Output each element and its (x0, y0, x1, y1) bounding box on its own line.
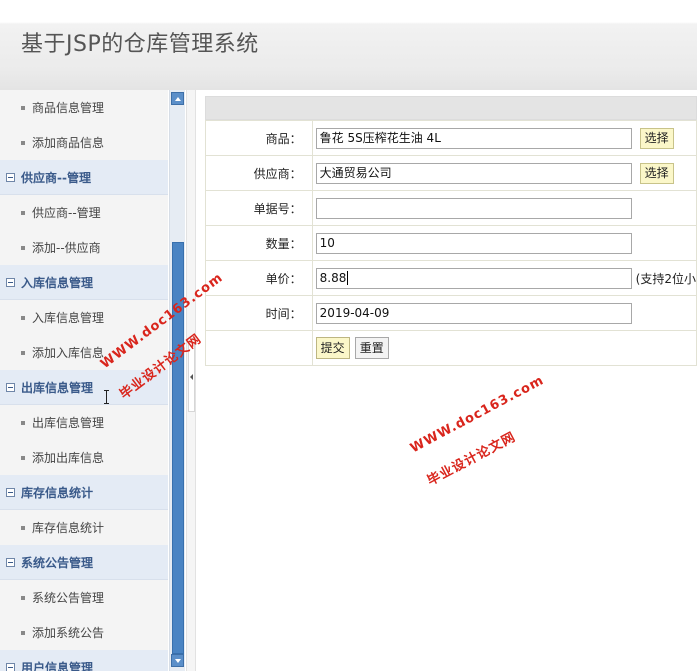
sidebar-item-label: 添加出库信息 (32, 451, 105, 465)
sidebar-item-label: 添加商品信息 (32, 136, 105, 150)
cursor-bottom (104, 403, 109, 404)
actions-cell: 提交 重置 (311, 330, 697, 366)
sidebar-item-product-manage[interactable]: 商品信息管理 (0, 90, 168, 125)
sidebar-item-label: 系统公告管理 (32, 591, 105, 605)
product-cell: 鲁花 5S压榨花生油 4L 选择 (311, 120, 697, 156)
sidebar-item-label: 库存信息统计 (32, 521, 105, 535)
bullet-icon (21, 315, 25, 320)
sidebar-item-label: 添加入库信息 (32, 346, 105, 360)
collapse-icon (6, 277, 15, 287)
form-row-date: 时间： 2019-04-09 (205, 295, 697, 331)
bullet-icon (21, 245, 25, 250)
quantity-label: 数量： (205, 225, 313, 261)
actions-label-cell (205, 330, 313, 366)
bullet-icon (21, 140, 25, 145)
form-header-bar (205, 96, 697, 120)
product-input[interactable]: 鲁花 5S压榨花生油 4L (315, 127, 632, 149)
bullet-icon (21, 455, 25, 460)
price-input[interactable]: 8.88 (315, 267, 632, 289)
quantity-input[interactable]: 10 (315, 232, 632, 254)
sidebar-item-label: 添加系统公告 (32, 626, 105, 640)
sidebar-group-label: 入库信息管理 (21, 275, 94, 290)
sidebar-group-label: 用户信息管理 (21, 660, 94, 671)
supplier-cell: 大通贸易公司 选择 (311, 155, 697, 191)
bullet-icon (21, 420, 25, 425)
sidebar-item-notice-manage[interactable]: 系统公告管理 (0, 580, 168, 615)
sidebar-item-label: 供应商--管理 (32, 206, 101, 220)
sidebar-item-outbound-add[interactable]: 添加出库信息 (0, 440, 168, 475)
sidebar-group-notice[interactable]: 系统公告管理 (0, 545, 168, 580)
sidebar-group-label: 系统公告管理 (21, 555, 94, 570)
sidebar-group-stock[interactable]: 库存信息统计 (0, 475, 168, 510)
cursor-stem (106, 391, 107, 403)
doc-no-label: 单据号： (205, 190, 313, 226)
scroll-up-button[interactable] (171, 92, 184, 105)
text-caret (347, 271, 349, 285)
bullet-icon (21, 210, 25, 215)
price-value: 8.88 (319, 270, 347, 285)
sidebar-item-label: 入库信息管理 (32, 311, 105, 325)
sidebar-item-notice-add[interactable]: 添加系统公告 (0, 615, 168, 650)
sidebar-group-label: 供应商--管理 (21, 170, 91, 185)
form-row-supplier: 供应商： 大通贸易公司 选择 (205, 155, 697, 191)
sidebar-group-user[interactable]: 用户信息管理 (0, 650, 168, 671)
bullet-icon (21, 105, 25, 110)
supplier-input[interactable]: 大通贸易公司 (315, 162, 632, 184)
collapse-icon (6, 382, 15, 392)
date-input[interactable]: 2019-04-09 (315, 302, 632, 324)
form-row-price: 单价： 8.88 (支持2位小 (205, 260, 697, 296)
product-label: 商品： (205, 120, 313, 156)
form-row-actions: 提交 重置 (205, 330, 697, 366)
sidebar-group-inbound[interactable]: 入库信息管理 (0, 265, 168, 300)
select-supplier-button[interactable]: 选择 (639, 162, 674, 184)
bullet-icon (21, 525, 25, 530)
date-label: 时间： (205, 295, 313, 331)
doc-no-input[interactable] (315, 197, 632, 219)
price-hint: (支持2位小 (635, 271, 696, 286)
select-product-button[interactable]: 选择 (639, 127, 674, 149)
form-row-product: 商品： 鲁花 5S压榨花生油 4L 选择 (205, 120, 697, 156)
sidebar-group-label: 出库信息管理 (21, 380, 94, 395)
chevron-left-icon (190, 374, 193, 380)
sidebar-group-supplier[interactable]: 供应商--管理 (0, 160, 168, 195)
submit-button[interactable]: 提交 (315, 337, 350, 359)
collapse-icon (6, 487, 15, 497)
sidebar-item-product-add[interactable]: 添加商品信息 (0, 125, 168, 160)
bullet-icon (21, 630, 25, 635)
sidebar-item-supplier-manage[interactable]: 供应商--管理 (0, 195, 168, 230)
collapse-icon (6, 557, 15, 567)
doc-no-cell (311, 190, 697, 226)
date-cell: 2019-04-09 (311, 295, 697, 331)
sidebar-item-label: 商品信息管理 (32, 101, 105, 115)
form-row-doc-no: 单据号： (205, 190, 697, 226)
sidebar-scrollbar[interactable] (169, 90, 185, 671)
sidebar-item-outbound-manage[interactable]: 出库信息管理 (0, 405, 168, 440)
sidebar-item-stock-stats[interactable]: 库存信息统计 (0, 510, 168, 545)
arrow-down-icon (175, 659, 181, 663)
form-table: 商品： 鲁花 5S压榨花生油 4L 选择 供应商： 大通贸易公司 选择 单据号： 数… (205, 120, 697, 366)
panel-splitter[interactable] (186, 90, 196, 671)
quantity-cell: 10 (311, 225, 697, 261)
collapse-icon (6, 172, 15, 182)
app-header: 基于JSP的仓库管理系统 (0, 0, 697, 90)
bullet-icon (21, 595, 25, 600)
collapse-icon (6, 662, 15, 671)
form-row-quantity: 数量： 10 (205, 225, 697, 261)
sidebar-item-label: 添加--供应商 (32, 241, 101, 255)
reset-button[interactable]: 重置 (354, 337, 389, 359)
sidebar-item-supplier-add[interactable]: 添加--供应商 (0, 230, 168, 265)
sidebar-item-label: 出库信息管理 (32, 416, 105, 430)
price-cell: 8.88 (支持2位小 (311, 260, 697, 296)
scroll-down-button[interactable] (171, 654, 184, 667)
bullet-icon (21, 350, 25, 355)
inbound-form: 商品： 鲁花 5S压榨花生油 4L 选择 供应商： 大通贸易公司 选择 单据号： 数… (205, 96, 697, 366)
ibeam-cursor-icon (104, 390, 110, 404)
sidebar-group-label: 库存信息统计 (21, 485, 94, 500)
app-title: 基于JSP的仓库管理系统 (21, 32, 259, 57)
arrow-up-icon (175, 97, 181, 101)
supplier-label: 供应商： (205, 155, 313, 191)
